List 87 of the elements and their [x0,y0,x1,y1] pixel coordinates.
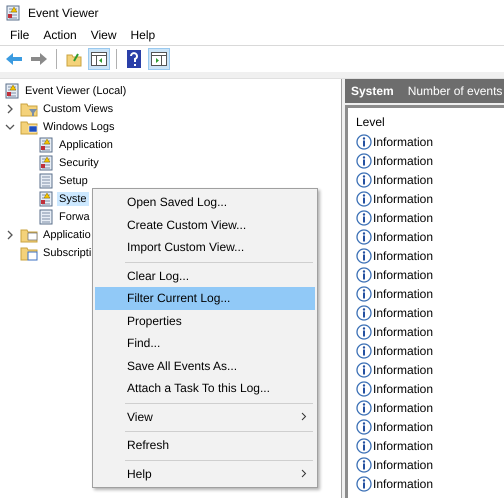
menu-item[interactable]: Filter Current Log... [95,287,315,310]
log-icon [38,155,54,171]
level-cell: Information [373,248,434,262]
tree-item[interactable]: Security [57,156,101,170]
info-icon [356,172,372,188]
toolbar-button[interactable] [148,48,170,70]
tree-item[interactable]: Application [57,138,115,152]
menu-item[interactable]: Attach a Task To this Log... [95,377,315,400]
level-cell: Information [373,154,434,168]
log-icon [38,191,54,207]
info-icon [356,342,372,358]
panel-subtitle: Number of events [408,84,502,98]
log-icon [38,137,54,153]
tree-item[interactable]: Event Viewer (Local) [23,84,128,98]
pane-icon [151,52,167,66]
menu-item[interactable]: Refresh [95,434,315,456]
tree-item[interactable]: Windows Logs [41,120,117,134]
menu-item[interactable]: View [84,28,124,42]
menu-item[interactable]: Create Custom View... [95,214,315,236]
filter-folder-icon [20,101,38,117]
info-icon [356,266,372,282]
tree-item[interactable]: Custom Views [41,102,116,116]
info-icon [356,210,372,226]
level-cell: Information [373,458,434,472]
info-icon [356,134,372,150]
panel-title: System [351,84,394,98]
level-cell: Information [373,268,434,282]
tree-item[interactable]: Setup [57,174,90,188]
computer-folder-icon [20,119,38,135]
tree-item[interactable]: Applicatio [41,228,93,242]
info-icon [356,418,372,434]
menu-item[interactable]: Properties [95,310,315,332]
info-icon [356,190,372,206]
menu-item[interactable]: Import Custom View... [95,236,315,258]
menu-item[interactable]: Open Saved Log... [95,191,315,214]
level-cell: Information [373,134,434,148]
level-cell: Information [373,286,434,300]
column-header[interactable]: Level [356,112,504,132]
tree-item[interactable]: Syste [57,192,89,206]
document-icon [38,209,54,225]
log-icon [5,4,21,20]
level-cell: Information [373,172,434,186]
info-icon [356,380,372,396]
info-icon [356,476,372,492]
level-cell: Information [373,420,434,434]
pane-icon [91,52,107,66]
level-cell: Information [373,344,434,358]
toolbar-button[interactable] [88,48,110,70]
level-cell: Information [373,324,434,338]
info-icon [356,304,372,320]
level-cell: Information [373,210,434,224]
forward-arrow-icon [30,52,48,66]
level-cell: Information [373,476,434,490]
level-cell: Information [373,382,434,396]
info-icon [356,152,372,168]
level-cell: Information [373,438,434,452]
menu-item[interactable]: Action [36,28,84,42]
menu-item[interactable]: View [95,406,315,428]
folder-icon [20,227,38,243]
document-icon [38,173,54,189]
window-title: Event Viewer [28,6,98,20]
back-arrow-icon [5,52,23,66]
level-cell: Information [373,400,434,414]
folder-icon [66,51,82,67]
level-cell: Information [373,362,434,376]
info-icon [356,324,372,340]
info-icon [356,362,372,378]
level-cell: Information [373,192,434,206]
info-icon [356,286,372,302]
log-icon [4,83,20,99]
info-icon [356,456,372,472]
tree-item[interactable]: Subscripti [41,246,94,260]
menu-item[interactable]: Clear Log... [95,264,315,287]
calendar-folder-icon [20,245,38,261]
menu-item[interactable]: Find... [95,332,315,354]
level-cell: Information [373,230,434,244]
menu-item[interactable]: Help [124,28,162,42]
info-icon [356,438,372,454]
info-icon [356,228,372,244]
menu-item[interactable]: File [3,28,36,42]
level-cell: Information [373,306,434,320]
info-icon [356,400,372,416]
info-icon [356,248,372,264]
help-icon [127,50,141,68]
menu-item[interactable]: Help [95,462,315,485]
menu-item[interactable]: Save All Events As... [95,354,315,377]
tree-item[interactable]: Forwa [57,210,92,224]
